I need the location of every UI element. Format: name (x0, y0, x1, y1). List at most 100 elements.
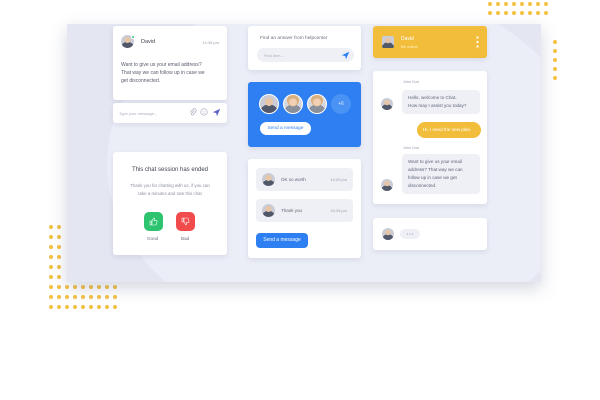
typing-indicator: • • • (400, 229, 420, 239)
decorative-dot (504, 11, 508, 15)
decorative-dot (73, 285, 77, 289)
send-message-button[interactable]: Send a message (260, 122, 311, 135)
team-card: +6 Send a message (248, 82, 361, 147)
preview-stage: David 14:35 pm Want to give us your emai… (67, 24, 541, 282)
decorative-dot (49, 285, 53, 289)
decorative-dot (520, 11, 524, 15)
decorative-dot (57, 305, 61, 309)
bad-rating-button[interactable] (176, 212, 195, 231)
user-message-text: Hi, I need the new plan. (423, 127, 472, 132)
decorative-dot (57, 255, 61, 259)
decorative-dot (89, 295, 93, 299)
thumbs-down-icon (181, 217, 190, 226)
decorative-dot (512, 11, 516, 15)
ended-text-line: take a minutes and rate this chat (138, 191, 202, 196)
decorative-dot (57, 275, 61, 279)
header-status: Be online (401, 44, 418, 49)
helpcenter-search-input[interactable]: Find item... (264, 53, 284, 58)
chat-message-line: get disconnected. (121, 78, 161, 84)
agent-message: Want to give us your email address? That… (402, 154, 480, 194)
list-item-time: 15:25 pm (330, 208, 347, 213)
list-item-time: 14:20 pm (330, 177, 347, 182)
thumbs-up-icon (149, 217, 158, 226)
decorative-dot (57, 265, 61, 269)
decorative-dot (512, 2, 516, 6)
agent-message-line: follow up in case we get (408, 175, 457, 180)
decorative-dot (553, 76, 557, 80)
decorative-dot (113, 295, 117, 299)
good-rating-button[interactable] (144, 212, 163, 231)
agent-message-line: disconnected. (408, 183, 437, 188)
decorative-dot (488, 11, 492, 15)
send-message-label: Send a message (263, 237, 301, 243)
decorative-dot (553, 40, 557, 44)
send-icon[interactable] (212, 108, 221, 117)
message-input[interactable]: Type your message... (119, 111, 157, 116)
decorative-dot (57, 295, 61, 299)
chat-message-line: Want to give us your email address? (121, 62, 202, 68)
decorative-dot (553, 58, 557, 62)
send-message-button[interactable]: Send a message (256, 233, 308, 248)
decorative-dot (81, 305, 85, 309)
conversation-card: John Doe Hello, welcome to Chat. How may… (373, 71, 487, 204)
decorative-dot (504, 2, 508, 6)
team-avatar (259, 94, 279, 114)
ended-text-line: Thank you for chatting with us, if you c… (130, 183, 210, 188)
decorative-dot (496, 2, 500, 6)
decorative-dot (65, 295, 69, 299)
decorative-dot (49, 295, 53, 299)
decorative-dot (89, 305, 93, 309)
decorative-dot (496, 11, 500, 15)
list-item[interactable]: OK so worth 14:20 pm (256, 168, 353, 191)
send-icon[interactable] (341, 51, 350, 60)
decorative-dot (73, 305, 77, 309)
decorative-dot (528, 2, 532, 6)
decorative-dot (528, 11, 532, 15)
decorative-dot (105, 295, 109, 299)
agent-message-line: Hello, welcome to Chat. (408, 95, 457, 100)
bad-label: Bad (181, 236, 190, 241)
ended-text: Thank you for chatting with us, if you c… (113, 182, 227, 198)
helpcenter-title: Find an answer from helpcenter (260, 36, 328, 41)
emoji-icon[interactable] (200, 108, 208, 116)
list-item-text: Thank you (281, 208, 303, 213)
decorative-dot (488, 2, 492, 6)
helpcenter-search[interactable]: Find item... (257, 48, 354, 62)
session-ended-card: This chat session has ended Thank you fo… (113, 152, 227, 255)
agent-avatar (381, 179, 393, 191)
team-avatar (307, 94, 327, 114)
decorative-dot (49, 305, 53, 309)
message-time: 14:35 pm (202, 40, 219, 45)
list-item-text: OK so worth (281, 177, 306, 182)
decorative-dot (553, 49, 557, 53)
list-item[interactable]: Thank you 15:25 pm (256, 199, 353, 222)
contact-avatar (262, 204, 275, 217)
decorative-dot (553, 67, 557, 71)
decorative-dot (544, 11, 548, 15)
decorative-dots-top-right (488, 2, 548, 15)
decorative-dot (49, 245, 53, 249)
decorative-dot (57, 225, 61, 229)
decorative-dot (49, 235, 53, 239)
send-message-label: Send a message (267, 126, 304, 131)
agent-message-line: Want to give us your email (408, 159, 462, 164)
typing-card: • • • (373, 218, 487, 250)
agent-avatar (382, 36, 394, 48)
decorative-dot (65, 305, 69, 309)
decorative-dot (57, 235, 61, 239)
team-avatar (283, 94, 303, 114)
decorative-dot (536, 2, 540, 6)
decorative-dot (97, 305, 101, 309)
ended-title: This chat session has ended (131, 167, 209, 173)
contact-avatar (262, 173, 275, 186)
sender-name: John Doe (403, 146, 420, 150)
agent-message: Hello, welcome to Chat. How may I assist… (402, 90, 480, 114)
decorative-dot (49, 265, 53, 269)
message-list-card: OK so worth 14:20 pm Thank you 15:25 pm … (248, 159, 361, 258)
more-options-icon[interactable] (476, 36, 479, 48)
sender-name: John Doe (403, 80, 420, 84)
helpcenter-card: Find an answer from helpcenter Find item… (248, 26, 361, 70)
good-label: Good (147, 236, 159, 241)
attach-icon[interactable] (189, 108, 197, 117)
decorative-dot (536, 11, 540, 15)
